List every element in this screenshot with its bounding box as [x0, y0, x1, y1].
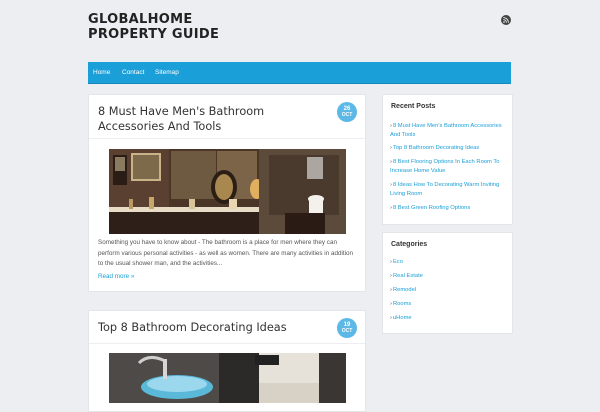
categories-widget: Categories ›Eco ›Real Estate ›Remodel ›R… — [382, 232, 513, 334]
nav-sitemap[interactable]: Sitemap — [155, 62, 179, 83]
recent-post-link[interactable]: ›Top 8 Bathroom Decorating Ideas — [390, 144, 510, 153]
site-title[interactable]: GLOBALHOME PROPERTY GUIDE — [88, 12, 288, 42]
category-link[interactable]: ›Eco — [390, 258, 510, 267]
date-month: OCT — [341, 112, 353, 118]
site-title-line1[interactable]: GLOBALHOME — [88, 12, 288, 27]
chevron-right-icon: › — [390, 287, 392, 293]
read-more-link[interactable]: Read more » — [98, 273, 134, 280]
main-nav: Home Contact Sitemap — [88, 62, 511, 84]
chevron-right-icon: › — [390, 145, 392, 151]
post-card: Top 8 Bathroom Decorating Ideas 19 OCT — [88, 310, 366, 412]
divider — [89, 343, 365, 344]
recent-post-link[interactable]: ›8 Ideas How To Decorating Warm Inviting… — [390, 181, 510, 199]
chevron-right-icon: › — [390, 182, 392, 188]
category-link[interactable]: ›Real Estate — [390, 272, 510, 281]
chevron-right-icon: › — [390, 123, 392, 129]
recent-post-link[interactable]: ›8 Best Flooring Options In Each Room To… — [390, 158, 510, 176]
recent-posts-widget: Recent Posts ›8 Must Have Men's Bathroom… — [382, 94, 513, 225]
nav-contact[interactable]: Contact — [122, 62, 144, 83]
category-link[interactable]: ›Remodel — [390, 286, 510, 295]
post-title[interactable]: 8 Must Have Men's Bathroom Accessories A… — [98, 104, 323, 134]
rss-icon[interactable] — [501, 15, 511, 25]
category-link[interactable]: ›uHome — [390, 314, 510, 323]
post-thumbnail[interactable] — [109, 353, 346, 403]
site-title-line2[interactable]: PROPERTY GUIDE — [88, 27, 288, 42]
recent-posts-title: Recent Posts — [391, 103, 436, 110]
chevron-right-icon: › — [390, 205, 392, 211]
chevron-right-icon: › — [390, 159, 392, 165]
post-excerpt: Something you have to know about - The b… — [98, 239, 354, 267]
date-badge: 26 OCT — [337, 102, 357, 122]
post-card: 8 Must Have Men's Bathroom Accessories A… — [88, 94, 366, 292]
post-thumbnail[interactable] — [109, 149, 346, 234]
chevron-right-icon: › — [390, 273, 392, 279]
chevron-right-icon: › — [390, 315, 392, 321]
recent-post-link[interactable]: ›8 Best Green Roofing Options — [390, 204, 510, 213]
nav-home[interactable]: Home — [93, 62, 110, 83]
post-title[interactable]: Top 8 Bathroom Decorating Ideas — [98, 320, 323, 335]
chevron-right-icon: › — [390, 301, 392, 307]
divider — [89, 138, 365, 139]
date-month: OCT — [341, 328, 353, 334]
category-link[interactable]: ›Rooms — [390, 300, 510, 309]
categories-title: Categories — [391, 241, 428, 248]
recent-post-link[interactable]: ›8 Must Have Men's Bathroom Accessories … — [390, 122, 510, 140]
chevron-right-icon: › — [390, 259, 392, 265]
date-badge: 19 OCT — [337, 318, 357, 338]
